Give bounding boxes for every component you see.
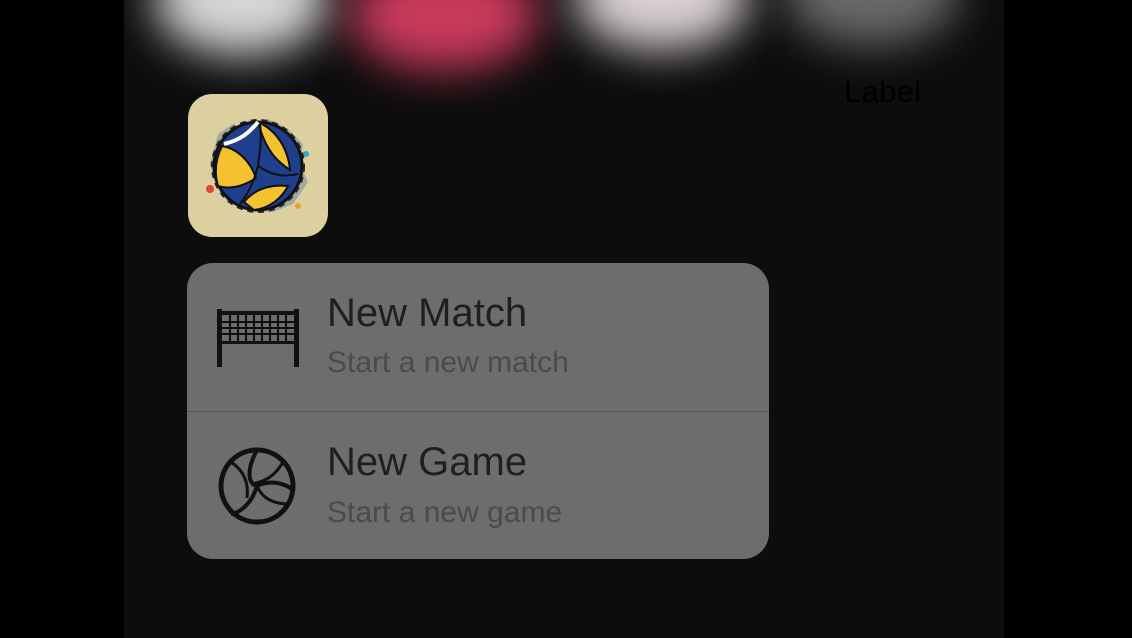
blurred-app-icon: [349, 0, 539, 70]
quick-actions-menu: New Match Start a new match New Game Sta…: [187, 263, 769, 559]
new-match-subtitle: Start a new match: [327, 346, 569, 379]
blurred-app-icon: [784, 0, 959, 45]
new-match-title: New Match: [327, 291, 528, 335]
volleyball-net-icon: [215, 307, 301, 374]
volleyball-app-icon[interactable]: [188, 94, 328, 237]
blurred-app-icon: [154, 0, 329, 55]
label-text: Label: [844, 74, 922, 109]
home-screen: Label New Match Start a new match New Ga…: [124, 0, 1004, 638]
new-game-subtitle: Start a new game: [327, 496, 563, 529]
blurred-app-icon: [574, 0, 749, 50]
new-game-action[interactable]: New Game Start a new game: [187, 412, 769, 559]
new-game-title: New Game: [327, 440, 528, 484]
volleyball-icon: [217, 446, 297, 531]
new-match-action[interactable]: New Match Start a new match: [187, 263, 769, 411]
